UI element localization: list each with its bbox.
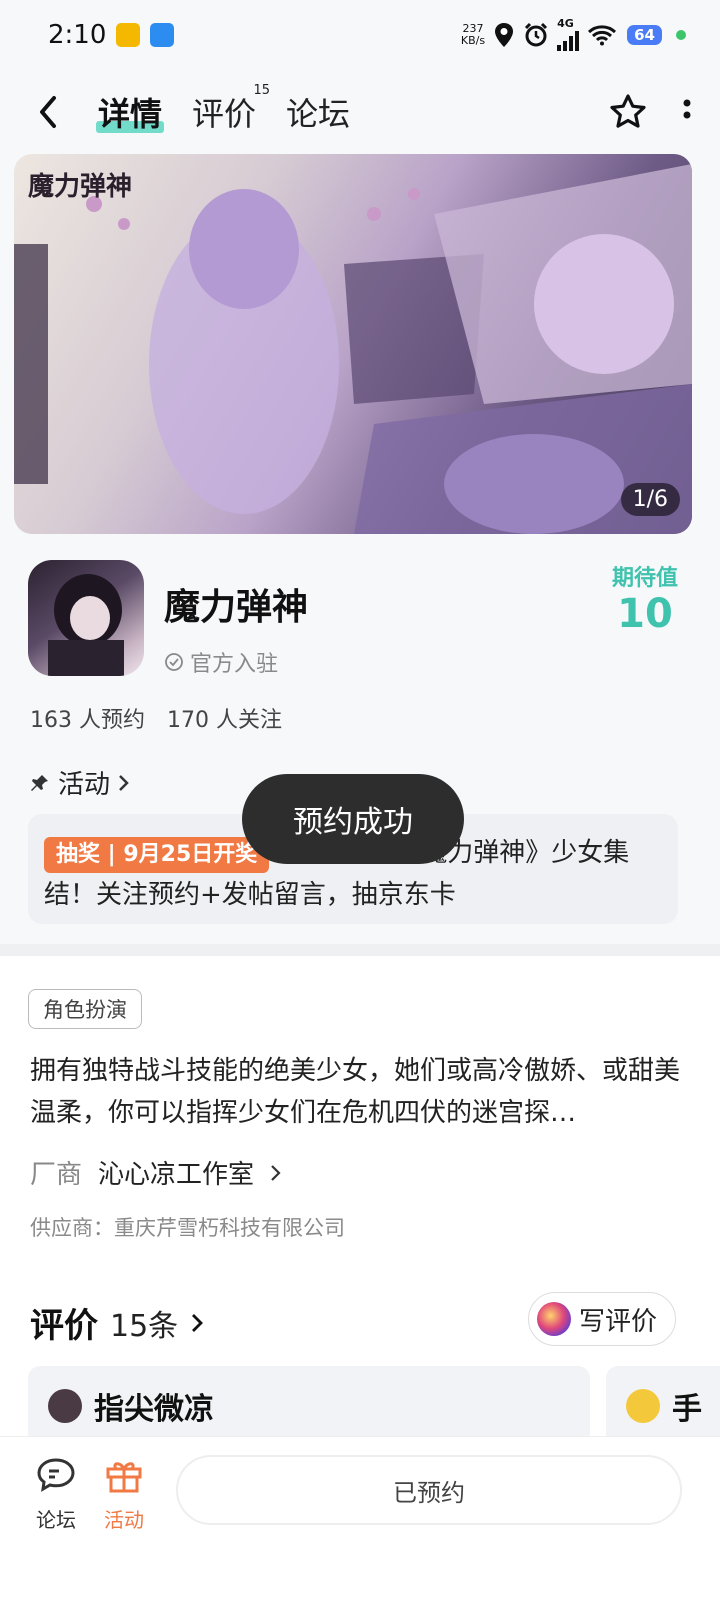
game-details: 角色扮演 拥有独特战斗技能的绝美少女，她们或高冷傲娇、或甜美温柔，你可以指挥少女… xyxy=(0,956,720,1446)
game-info: 魔力弹神 官方入驻 期待值 10 xyxy=(28,560,692,680)
game-description[interactable]: 拥有独特战斗技能的绝美少女，她们或高冷傲娇、或甜美温柔，你可以指挥少女们在危机四… xyxy=(30,1050,680,1134)
alarm-icon xyxy=(525,22,548,47)
official-badge: 官方入驻 xyxy=(164,646,278,678)
favorite-star-icon[interactable] xyxy=(608,92,648,132)
privacy-dot xyxy=(676,30,686,40)
section-divider xyxy=(0,944,720,956)
follower-count: 170 人关注 xyxy=(167,708,282,733)
network-type: 4G xyxy=(557,17,574,30)
back-icon[interactable] xyxy=(28,92,68,132)
reviews-header[interactable]: 评价 15条 xyxy=(30,1298,204,1347)
game-title: 魔力弹神 xyxy=(164,587,309,628)
review-card[interactable]: 指尖微凉 xyxy=(28,1366,590,1446)
reserved-button[interactable]: 已预约 xyxy=(176,1455,682,1525)
genre-tag[interactable]: 角色扮演 xyxy=(28,989,142,1029)
carousel-counter: 1/6 xyxy=(620,483,680,516)
game-stats: 163 人预约 170 人关注 xyxy=(30,702,282,734)
signal-icon xyxy=(557,29,580,51)
maker-name: 沁心凉工作室 xyxy=(98,1160,255,1190)
expectation-score: 期待值 10 xyxy=(611,566,678,637)
check-circle-icon xyxy=(165,653,183,671)
chat-bubble-icon xyxy=(37,1458,75,1492)
banner-logo: 魔力弹神 xyxy=(28,172,133,202)
notification-app-icon xyxy=(150,23,175,47)
review-username: 指尖微凉 xyxy=(94,1392,214,1427)
battery-indicator: 64 xyxy=(627,25,662,45)
tab-details[interactable]: 详情 xyxy=(95,89,165,135)
status-bar: 2:10 237 KB/s 4G 64 xyxy=(0,0,720,70)
review-count-badge: 15 xyxy=(253,83,271,98)
wifi-icon xyxy=(588,25,617,46)
bottom-action-bar: 论坛 活动 已预约 xyxy=(0,1436,720,1600)
lottery-tag: 抽奖 | 9月25日开奖 xyxy=(44,837,270,873)
avatar xyxy=(48,1389,82,1423)
toast-message: 预约成功 xyxy=(242,774,464,864)
reservation-count: 163 人预约 xyxy=(30,708,145,733)
review-app-icon xyxy=(536,1302,571,1336)
location-icon xyxy=(495,23,514,47)
maker-row[interactable]: 厂商 沁心凉工作室 xyxy=(30,1154,282,1191)
activity-header[interactable]: 活动 xyxy=(30,764,130,801)
screenshot-carousel[interactable]: 魔力弹神 1/6 xyxy=(14,154,692,534)
supplier-info: 供应商：重庆芹雪朽科技有限公司 xyxy=(30,1216,345,1240)
status-time: 2:10 xyxy=(48,20,107,50)
write-review-button[interactable]: 写评价 xyxy=(527,1292,676,1346)
network-speed: 237 KB/s xyxy=(460,22,486,47)
reviews-count: 15条 xyxy=(110,1308,179,1344)
more-menu-icon[interactable] xyxy=(682,97,692,127)
banner-artwork xyxy=(14,154,692,534)
tab-reviews[interactable]: 评价 15 xyxy=(192,83,270,135)
chevron-right-icon xyxy=(119,774,129,791)
gift-icon xyxy=(106,1462,142,1493)
notification-app-icon xyxy=(116,23,141,47)
chevron-right-icon xyxy=(192,1313,204,1332)
top-nav: 详情 评价 15 论坛 xyxy=(0,80,720,144)
pin-icon xyxy=(31,774,48,791)
chevron-right-icon xyxy=(271,1164,281,1181)
tab-forum[interactable]: 论坛 xyxy=(286,89,350,135)
review-card[interactable]: 手 xyxy=(606,1366,720,1446)
review-username: 手 xyxy=(672,1392,702,1427)
activity-button[interactable]: 活动 xyxy=(84,1457,164,1533)
activity-text-line2: 结！关注预约+发帖留言，抽京东卡 xyxy=(44,880,456,910)
game-app-icon xyxy=(28,560,144,676)
avatar xyxy=(626,1389,660,1423)
